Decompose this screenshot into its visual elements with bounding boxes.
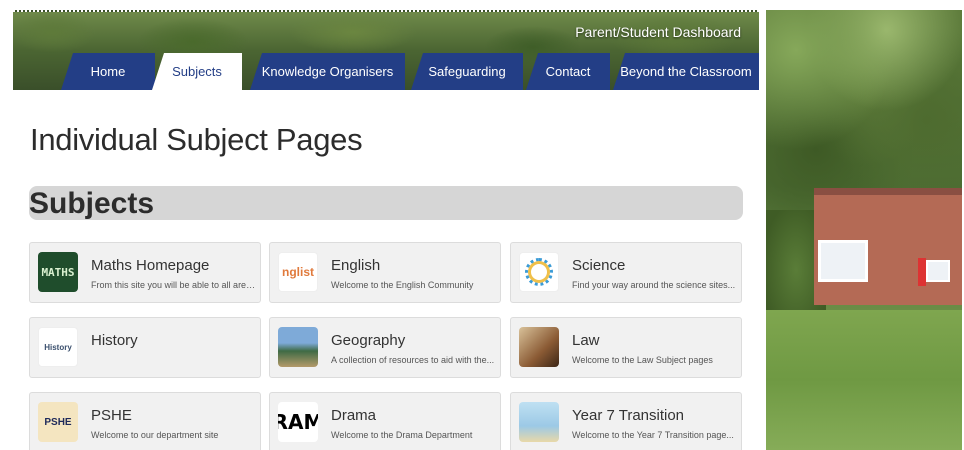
nav-tab-beyond-the-classroom[interactable]: Beyond the Classroom xyxy=(613,53,759,90)
nav-tab-contact[interactable]: Contact xyxy=(526,53,610,90)
subject-card-science[interactable]: Science Find your way around the science… xyxy=(510,242,742,303)
card-description: A collection of resources to aid with th… xyxy=(331,355,495,365)
lawn xyxy=(766,310,962,450)
subject-card-english[interactable]: nglist English Welcome to the English Co… xyxy=(269,242,501,303)
nav-tab-safeguarding[interactable]: Safeguarding xyxy=(411,53,523,90)
geography-landscape-icon xyxy=(278,327,318,367)
maths-chalkboard-icon: MATHS xyxy=(38,252,78,292)
subject-card-year7-transition[interactable]: Year 7 Transition Welcome to the Year 7 … xyxy=(510,392,742,450)
school-photo xyxy=(766,10,962,450)
card-description: From this site you will be able to all a… xyxy=(91,280,256,290)
card-title[interactable]: Year 7 Transition xyxy=(572,407,684,424)
card-title[interactable]: Geography xyxy=(331,332,405,349)
subject-card-maths[interactable]: MATHS Maths Homepage From this site you … xyxy=(29,242,261,303)
nav-tab-home[interactable]: Home xyxy=(61,53,155,90)
card-title[interactable]: Science xyxy=(572,257,625,274)
law-gavel-icon xyxy=(519,327,559,367)
card-description: Welcome to the Law Subject pages xyxy=(572,355,713,365)
building-window-small xyxy=(926,260,950,282)
page-title: Individual Subject Pages xyxy=(30,122,363,157)
main-nav: Home Subjects Knowledge Organisers Safeg… xyxy=(13,53,759,90)
card-description: Welcome to the Drama Department xyxy=(331,430,473,440)
card-title[interactable]: Maths Homepage xyxy=(91,257,209,274)
card-title[interactable]: PSHE xyxy=(91,407,132,424)
building-window xyxy=(818,240,868,282)
card-title[interactable]: History xyxy=(91,332,138,349)
subject-card-geography[interactable]: Geography A collection of resources to a… xyxy=(269,317,501,378)
subject-card-drama[interactable]: RAM Drama Welcome to the Drama Departmen… xyxy=(269,392,501,450)
pshe-puzzle-icon: PSHE xyxy=(38,402,78,442)
year7-figures-icon xyxy=(519,402,559,442)
science-circle-icon xyxy=(519,252,559,292)
drama-letters-icon: RAM xyxy=(278,402,318,442)
card-description: Find your way around the science sites..… xyxy=(572,280,736,290)
nav-tab-knowledge-organisers[interactable]: Knowledge Organisers xyxy=(250,53,405,90)
subject-card-pshe[interactable]: PSHE PSHE Welcome to our department site xyxy=(29,392,261,450)
building-door xyxy=(918,258,926,286)
subject-card-history[interactable]: History History xyxy=(29,317,261,378)
card-description: Welcome to our department site xyxy=(91,430,219,440)
card-description: Welcome to the Year 7 Transition page... xyxy=(572,430,734,440)
history-collage-icon: History xyxy=(38,327,78,367)
english-word-icon: nglist xyxy=(278,252,318,292)
subject-card-law[interactable]: Law Welcome to the Law Subject pages xyxy=(510,317,742,378)
nav-tab-subjects[interactable]: Subjects xyxy=(152,53,242,90)
dashboard-link[interactable]: Parent/Student Dashboard xyxy=(575,24,741,40)
card-title[interactable]: English xyxy=(331,257,380,274)
section-title: Subjects xyxy=(29,187,155,220)
section-header: Subjects xyxy=(29,186,743,220)
header-banner: Parent/Student Dashboard Home Subjects K… xyxy=(13,10,759,90)
card-title[interactable]: Drama xyxy=(331,407,376,424)
card-description: Welcome to the English Community xyxy=(331,280,474,290)
card-title[interactable]: Law xyxy=(572,332,600,349)
